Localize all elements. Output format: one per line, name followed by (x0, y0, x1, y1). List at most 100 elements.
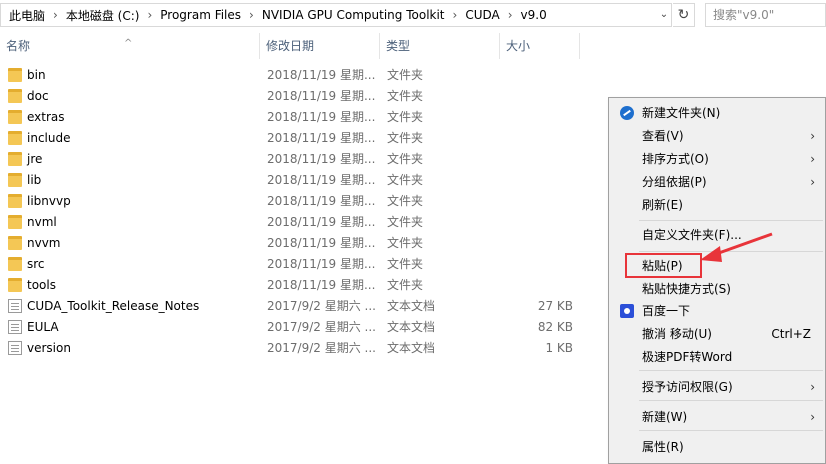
menu-item-9[interactable]: 撤消 移动(U) Ctrl+Z (611, 323, 823, 345)
menu-item-8[interactable]: 百度一下 (611, 300, 823, 322)
breadcrumb-v9[interactable]: v9.0 (519, 8, 549, 22)
column-header-date[interactable]: 修改日期 (260, 33, 380, 59)
file-type: 文本文档 (387, 320, 436, 334)
menu-item-2[interactable]: 排序方式(O) › (611, 148, 823, 170)
menu-item-label: 百度一下 (642, 304, 691, 318)
folder-icon (8, 194, 22, 208)
menu-item-13[interactable]: 属性(R) (611, 436, 823, 458)
folder-icon (8, 68, 22, 82)
file-type: 文件夹 (387, 236, 424, 250)
column-header-row: 名称 ^ 修改日期 类型 大小 (0, 33, 580, 59)
submenu-chevron-icon: › (810, 380, 815, 394)
file-date: 2018/11/19 星期... (267, 152, 375, 166)
file-type: 文件夹 (387, 257, 424, 271)
menu-separator (639, 370, 823, 371)
file-name: CUDA_Toolkit_Release_Notes (27, 299, 200, 313)
column-header-name-label: 名称 (6, 39, 31, 53)
file-name: src (27, 257, 45, 271)
menu-item-label: 粘贴快捷方式(S) (642, 282, 731, 296)
folder-icon (8, 215, 22, 229)
file-name: nvml (27, 215, 57, 229)
file-name: include (27, 131, 71, 145)
file-row[interactable]: EULA 2017/9/2 星期六 ... 文本文档 82 KB (0, 317, 600, 338)
menu-item-4[interactable]: 刷新(E) (611, 194, 823, 216)
file-date: 2018/11/19 星期... (267, 68, 375, 82)
menu-item-0[interactable]: 新建文件夹(N) (611, 102, 823, 124)
doc-icon (8, 299, 22, 313)
submenu-chevron-icon: › (810, 410, 815, 424)
breadcrumb-separator[interactable]: › (243, 8, 260, 22)
menu-item-10[interactable]: 极速PDF转Word (611, 346, 823, 368)
file-name: bin (27, 68, 46, 82)
file-type: 文件夹 (387, 173, 424, 187)
breadcrumb-separator[interactable]: › (447, 8, 464, 22)
menu-item-shortcut: Ctrl+Z (771, 327, 811, 341)
menu-item-label: 撤消 移动(U) (642, 327, 712, 341)
menu-item-label: 属性(R) (642, 440, 684, 454)
folder-icon (8, 236, 22, 250)
refresh-icon[interactable]: ↻ (673, 3, 695, 27)
address-toolbar: 此电脑 › 本地磁盘 (C:) › Program Files › NVIDIA… (0, 0, 826, 30)
menu-item-1[interactable]: 查看(V) › (611, 125, 823, 147)
menu-item-7[interactable]: 粘贴快捷方式(S) (611, 278, 823, 300)
file-row[interactable]: jre 2018/11/19 星期... 文件夹 (0, 149, 600, 170)
menu-item-12[interactable]: 新建(W) › (611, 406, 823, 428)
file-name: libnvvp (27, 194, 71, 208)
file-date: 2018/11/19 星期... (267, 236, 375, 250)
breadcrumb-this-pc[interactable]: 此电脑 (7, 7, 47, 24)
file-row[interactable]: lib 2018/11/19 星期... 文件夹 (0, 170, 600, 191)
menu-item-11[interactable]: 授予访问权限(G) › (611, 376, 823, 398)
file-row[interactable]: nvml 2018/11/19 星期... 文件夹 (0, 212, 600, 233)
file-name: jre (27, 152, 43, 166)
breadcrumb-local-disk[interactable]: 本地磁盘 (C:) (64, 7, 142, 24)
folder-icon (8, 152, 22, 166)
breadcrumb-separator[interactable]: › (141, 8, 158, 22)
menu-item-label: 查看(V) (642, 129, 684, 143)
submenu-chevron-icon: › (810, 129, 815, 143)
column-header-name[interactable]: 名称 ^ (0, 33, 260, 59)
file-row[interactable]: src 2018/11/19 星期... 文件夹 (0, 254, 600, 275)
menu-item-label: 极速PDF转Word (642, 350, 733, 364)
menu-item-3[interactable]: 分组依据(P) › (611, 171, 823, 193)
address-bar[interactable]: 此电脑 › 本地磁盘 (C:) › Program Files › NVIDIA… (0, 3, 672, 27)
file-row[interactable]: include 2018/11/19 星期... 文件夹 (0, 128, 600, 149)
file-name: version (27, 341, 71, 355)
file-type: 文件夹 (387, 194, 424, 208)
search-input[interactable]: 搜索"v9.0" (705, 3, 826, 27)
file-row[interactable]: version 2017/9/2 星期六 ... 文本文档 1 KB (0, 338, 600, 359)
file-row[interactable]: tools 2018/11/19 星期... 文件夹 (0, 275, 600, 296)
file-row[interactable]: bin 2018/11/19 星期... 文件夹 (0, 65, 600, 86)
file-row[interactable]: extras 2018/11/19 星期... 文件夹 (0, 107, 600, 128)
file-name: nvvm (27, 236, 61, 250)
breadcrumb-separator[interactable]: › (502, 8, 519, 22)
file-row[interactable]: libnvvp 2018/11/19 星期... 文件夹 (0, 191, 600, 212)
file-date: 2018/11/19 星期... (267, 110, 375, 124)
file-row[interactable]: doc 2018/11/19 星期... 文件夹 (0, 86, 600, 107)
file-row[interactable]: CUDA_Toolkit_Release_Notes 2017/9/2 星期六 .… (0, 296, 600, 317)
breadcrumb-nvidia-toolkit[interactable]: NVIDIA GPU Computing Toolkit (260, 8, 447, 22)
file-date: 2018/11/19 星期... (267, 278, 375, 292)
address-dropdown-icon[interactable]: ⌄ (657, 8, 671, 22)
breadcrumb-separator[interactable]: › (47, 8, 64, 22)
file-type: 文本文档 (387, 341, 436, 355)
column-header-size[interactable]: 大小 (500, 33, 580, 59)
file-size: 1 KB (545, 341, 573, 355)
file-list: bin 2018/11/19 星期... 文件夹 doc 2018/11/19 星期..… (0, 65, 600, 359)
menu-item-label: 新建文件夹(N) (642, 106, 721, 120)
file-row[interactable]: nvvm 2018/11/19 星期... 文件夹 (0, 233, 600, 254)
menu-item-label: 排序方式(O) (642, 152, 709, 166)
file-name: EULA (27, 320, 59, 334)
folder-icon (8, 173, 22, 187)
menu-separator (639, 400, 823, 401)
menu-item-label: 授予访问权限(G) (642, 380, 733, 394)
breadcrumb-program-files[interactable]: Program Files (158, 8, 243, 22)
column-header-type[interactable]: 类型 (380, 33, 500, 59)
file-name: lib (27, 173, 42, 187)
file-name: extras (27, 110, 65, 124)
folder-icon (8, 89, 22, 103)
file-date: 2018/11/19 星期... (267, 215, 375, 229)
doc-icon (8, 320, 22, 334)
breadcrumb-cuda[interactable]: CUDA (463, 8, 501, 22)
file-date: 2018/11/19 星期... (267, 131, 375, 145)
folder-icon (8, 278, 22, 292)
